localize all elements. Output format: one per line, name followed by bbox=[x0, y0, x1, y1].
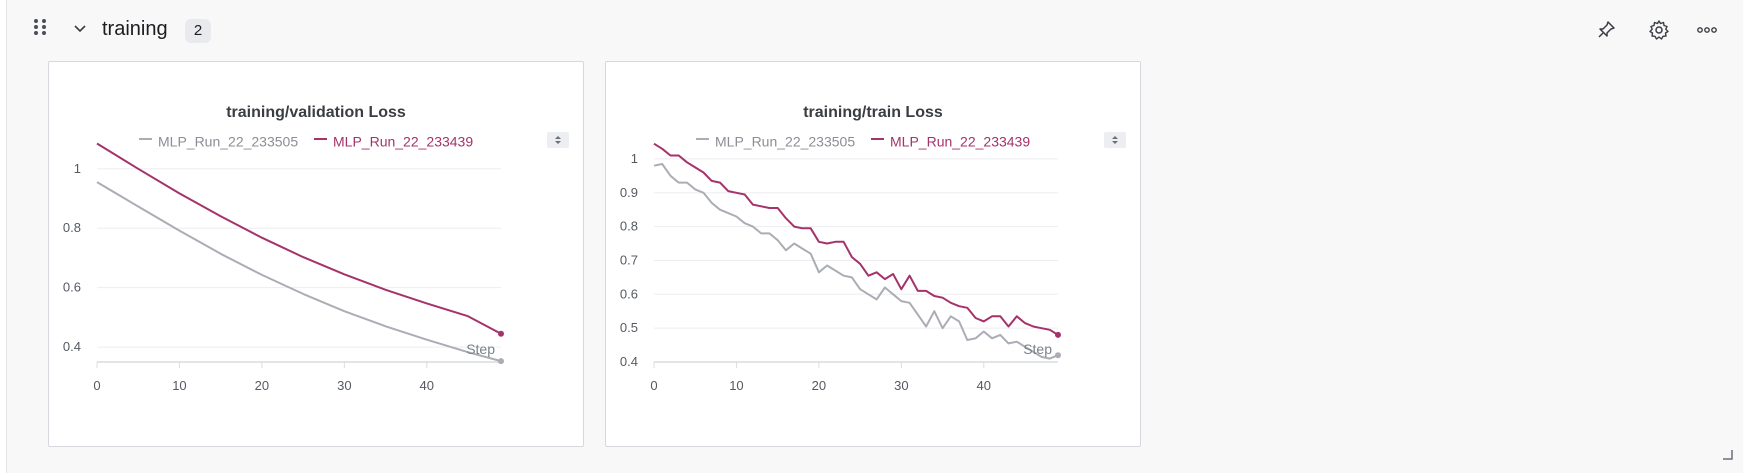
chart-panel-validation-loss[interactable]: training/validation Loss MLP_Run_22_2335… bbox=[48, 61, 584, 447]
gear-icon[interactable] bbox=[1647, 18, 1671, 42]
series-end-point-gray bbox=[1055, 352, 1061, 359]
series-line-magenta bbox=[96, 142, 502, 335]
x-tick-label: 30 bbox=[894, 378, 908, 393]
y-tick-label: 1 bbox=[631, 151, 638, 166]
series-end-point-magenta bbox=[1055, 331, 1061, 338]
x-tick-label: 30 bbox=[337, 378, 351, 393]
section-header: training 2 bbox=[7, 0, 1743, 60]
line-chart-train-loss: 1 0.9 0.8 0.7 0.6 0.5 0.4 0 10 20 30 40 Step bbox=[620, 142, 1061, 393]
panel-count-badge: 2 bbox=[185, 19, 211, 43]
chart-panel-train-loss[interactable]: training/train Loss MLP_Run_22_233505 ML… bbox=[605, 61, 1141, 447]
y-tick-label: 0.5 bbox=[620, 320, 638, 335]
y-tick-label: 0.7 bbox=[620, 252, 638, 267]
x-tick-label: 10 bbox=[172, 378, 186, 393]
y-tick-label: 0.8 bbox=[620, 219, 638, 234]
resize-handle-icon[interactable] bbox=[1721, 448, 1733, 460]
x-axis-label: Step bbox=[1023, 341, 1052, 357]
y-tick-label: 0.8 bbox=[63, 220, 81, 235]
x-tick-label: 0 bbox=[650, 378, 657, 393]
series-end-point-magenta bbox=[498, 330, 504, 337]
x-tick-label: 20 bbox=[255, 378, 269, 393]
y-tick-label: 0.4 bbox=[63, 339, 81, 354]
panel-section: training 2 training/validation Loss MLP_… bbox=[6, 0, 1743, 473]
y-tick-label: 1 bbox=[74, 161, 81, 176]
pin-icon[interactable] bbox=[1594, 18, 1618, 42]
series-line-magenta bbox=[653, 142, 1059, 336]
line-chart-validation-loss: 1 0.8 0.6 0.4 0 10 20 30 40 Step bbox=[63, 142, 504, 393]
x-tick-label: 20 bbox=[812, 378, 826, 393]
more-options-icon[interactable] bbox=[1695, 18, 1719, 42]
drag-handle-icon[interactable] bbox=[31, 16, 51, 38]
y-tick-label: 0.6 bbox=[63, 280, 81, 295]
x-tick-label: 0 bbox=[93, 378, 100, 393]
x-tick-label: 40 bbox=[977, 378, 991, 393]
x-axis-label: Step bbox=[466, 341, 495, 357]
y-tick-label: 0.6 bbox=[620, 286, 638, 301]
x-tick-label: 40 bbox=[420, 378, 434, 393]
series-end-point-gray bbox=[498, 358, 504, 365]
x-tick-label: 10 bbox=[729, 378, 743, 393]
y-tick-label: 0.4 bbox=[620, 354, 638, 369]
chevron-down-icon[interactable] bbox=[71, 20, 89, 38]
y-tick-label: 0.9 bbox=[620, 185, 638, 200]
series-line-gray bbox=[96, 181, 502, 363]
section-title[interactable]: training bbox=[102, 18, 168, 41]
